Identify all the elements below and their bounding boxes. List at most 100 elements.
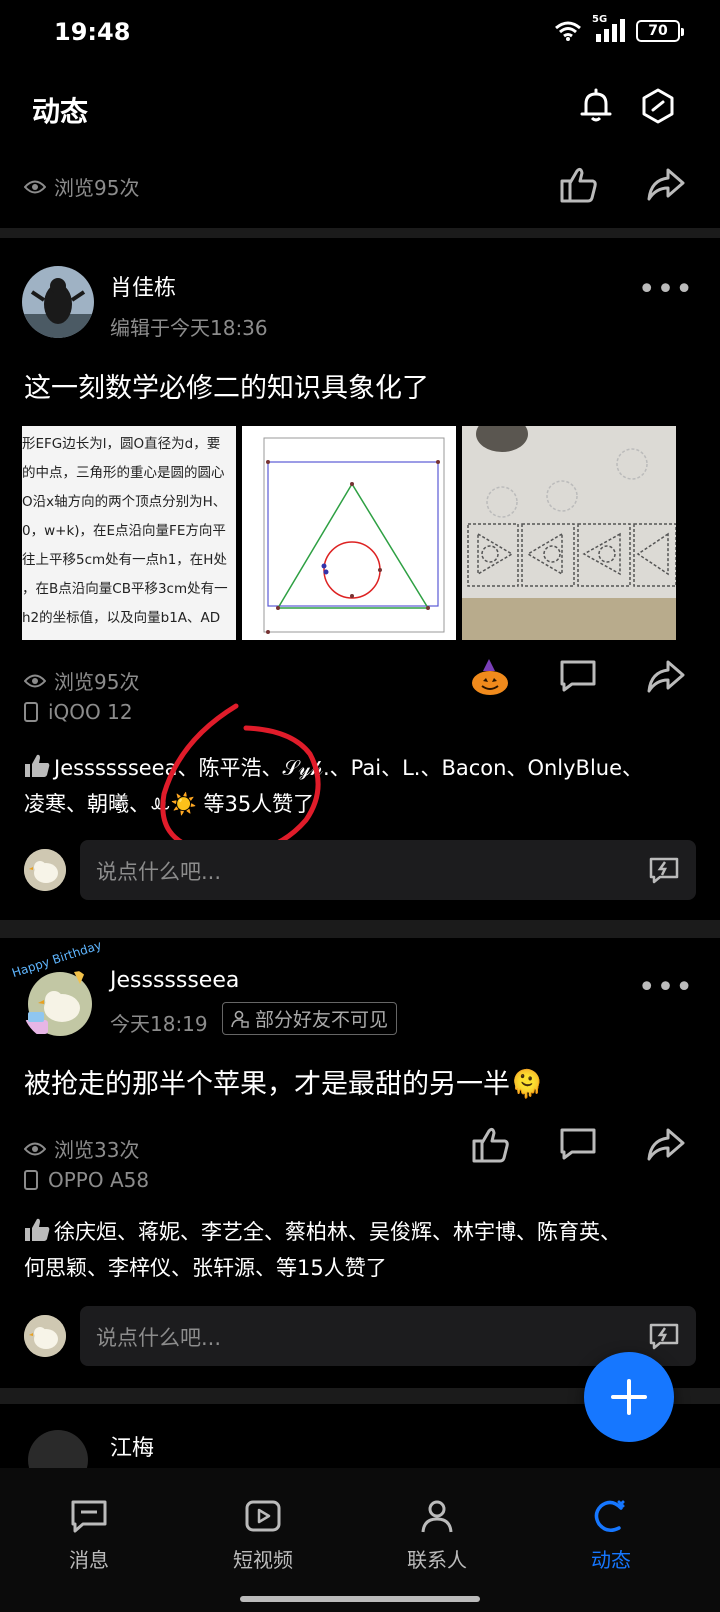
- my-avatar: [24, 1315, 66, 1357]
- nav-label: 动态: [591, 1548, 631, 1572]
- likes-line-1: Jesssssseea、陈平浩、𝒮𝓎𝒽.、Pai、L.、Bacon、OnlyBl…: [54, 756, 644, 780]
- plus-icon: [611, 1379, 647, 1415]
- status-time: 19:48: [54, 18, 131, 46]
- views-text: 浏览95次: [54, 670, 140, 694]
- nav-item-feed[interactable]: 动态: [546, 1498, 676, 1573]
- avatar[interactable]: [22, 966, 98, 1042]
- pumpkin-like-icon: [472, 659, 508, 695]
- image-plot[interactable]: [242, 426, 456, 640]
- img-line: 0，w+k)，在E点沿向量FE方向平: [22, 523, 226, 539]
- comment-row: 说点什么吧...: [24, 840, 696, 900]
- privacy-tag: 部分好友不可见: [222, 1002, 398, 1035]
- signal-icon: 5G: [592, 14, 626, 44]
- share-button[interactable]: [622, 1120, 710, 1168]
- post-views: 浏览33次: [24, 1134, 139, 1163]
- create-post-button[interactable]: [584, 1352, 674, 1442]
- thumbs-up-icon: [560, 167, 597, 203]
- quick-reply-icon[interactable]: [648, 856, 680, 884]
- privacy-text: 部分好友不可见: [255, 1009, 389, 1031]
- phone-icon: [24, 1170, 38, 1190]
- comment-placeholder: 说点什么吧...: [96, 860, 222, 884]
- share-icon: [647, 168, 685, 201]
- prev-share-button[interactable]: [622, 160, 710, 208]
- device-name: iQOO 12: [48, 700, 133, 724]
- post-text: 这一刻数学必修二的知识具象化了: [24, 373, 429, 404]
- divider: [0, 920, 720, 938]
- nav-item-messages[interactable]: 消息: [24, 1498, 154, 1573]
- device-info: iQOO 12: [24, 700, 133, 724]
- likes-list[interactable]: 徐庆烜、蒋妮、李艺全、蔡柏林、吴俊辉、林宇博、陈育英、 何思颖、李梓仪、张轩源、…: [24, 1214, 704, 1286]
- eye-icon: [24, 1142, 46, 1155]
- likes-line-2: 何思颖、李梓仪、张轩源、等15人赞了: [24, 1256, 387, 1280]
- prev-like-button[interactable]: [534, 160, 622, 208]
- img-line: 形EFG边长为l，圆O直径为d，要: [22, 436, 221, 452]
- likes-line: Jesssssseea、陈平浩、𝒮𝓎𝒽.、Pai、L.、Bacon、OnlyBl…: [24, 750, 704, 786]
- phone-icon: [24, 702, 38, 722]
- img-line: O沿x轴方向的两个顶点分别为H、: [22, 494, 227, 510]
- like-button[interactable]: [446, 652, 534, 700]
- comment-input[interactable]: 说点什么吧...: [80, 840, 696, 900]
- video-play-icon: [245, 1500, 281, 1532]
- nav-item-contacts[interactable]: 联系人: [372, 1498, 502, 1573]
- avatar[interactable]: [28, 1430, 88, 1468]
- bell-icon[interactable]: [576, 86, 616, 126]
- comment-button[interactable]: [534, 652, 622, 700]
- img-line: 的中点，三角形的重心是圆的圆心: [22, 465, 225, 481]
- quick-reply-icon[interactable]: [648, 1322, 680, 1350]
- nav-label: 消息: [69, 1548, 109, 1572]
- nav-label: 短视频: [233, 1548, 293, 1572]
- comment-button[interactable]: [534, 1120, 622, 1168]
- wifi-icon: [555, 21, 581, 41]
- comment-row: 说点什么吧...: [24, 1306, 696, 1366]
- user-lock-icon: [231, 1010, 249, 1028]
- views-text: 浏览33次: [54, 1138, 140, 1162]
- bottom-nav: 消息 短视频 联系人 动态: [0, 1468, 720, 1612]
- home-indicator[interactable]: [240, 1596, 480, 1602]
- prev-actions: [534, 160, 710, 208]
- post-views: 浏览95次: [24, 666, 139, 695]
- app-header: 动态: [0, 64, 720, 156]
- comment-input[interactable]: 说点什么吧...: [80, 1306, 696, 1366]
- comment-icon: [560, 660, 596, 692]
- thumbs-up-icon: [25, 754, 50, 777]
- img-line: h2的坐标值，以及向量b1A、AD: [22, 610, 221, 626]
- likes-list[interactable]: Jesssssseea、陈平浩、𝒮𝓎𝒽.、Pai、L.、Bacon、OnlyBl…: [24, 750, 704, 822]
- my-avatar: [24, 849, 66, 891]
- eye-icon: [24, 674, 46, 687]
- post-card: Happy Birthday Jesssssseea 今天18:19 部分好友不…: [0, 938, 720, 1388]
- eye-icon: [24, 180, 46, 193]
- comment-placeholder: 说点什么吧...: [96, 1326, 222, 1350]
- post-text: 被抢走的那半个苹果，才是最甜的另一半🫠: [24, 1069, 544, 1100]
- battery-level: 70: [648, 23, 668, 39]
- image-paper-cutouts[interactable]: [462, 426, 676, 640]
- post-actions: [446, 652, 710, 700]
- avatar[interactable]: [22, 266, 94, 338]
- likes-line: 徐庆烜、蒋妮、李艺全、蔡柏林、吴俊辉、林宇博、陈育英、: [24, 1214, 704, 1250]
- image-math-text[interactable]: 形EFG边长为l，圆O直径为d，要 的中点，三角形的重心是圆的圆心 O沿x轴方向…: [22, 426, 236, 640]
- network-type: 5G: [592, 14, 608, 25]
- comment-icon: [560, 1128, 596, 1160]
- thumbs-up-icon: [25, 1218, 50, 1241]
- post-card: 肖佳栋 编辑于今天18:36 ••• 这一刻数学必修二的知识具象化了 形EFG边…: [0, 238, 720, 920]
- share-button[interactable]: [622, 652, 710, 700]
- likes-line-2: 凌寒、朝曦、ꔛ☀️ 等35人赞了: [24, 792, 315, 816]
- nav-item-short-video[interactable]: 短视频: [198, 1498, 328, 1573]
- prev-views: 浏览95次: [24, 172, 139, 201]
- like-button[interactable]: [446, 1120, 534, 1168]
- likes-line-1: 徐庆烜、蒋妮、李艺全、蔡柏林、吴俊辉、林宇博、陈育英、: [54, 1220, 621, 1244]
- thumbs-up-icon: [472, 1127, 509, 1163]
- author-name[interactable]: Jesssssseea: [110, 968, 239, 993]
- image-grid: 形EFG边长为l，圆O直径为d，要 的中点，三角形的重心是圆的圆心 O沿x轴方向…: [22, 426, 678, 640]
- author-name[interactable]: 江梅: [110, 1430, 154, 1462]
- post-actions: [446, 1120, 710, 1168]
- more-options-button[interactable]: •••: [638, 970, 694, 1005]
- nav-label: 联系人: [407, 1548, 467, 1572]
- share-icon: [647, 1128, 685, 1161]
- more-options-button[interactable]: •••: [638, 272, 694, 307]
- settings-hex-icon[interactable]: [638, 86, 678, 126]
- author-name[interactable]: 肖佳栋: [110, 270, 176, 302]
- img-line: 往上平移5cm处有一点h1，在H处: [22, 552, 227, 568]
- page-title: 动态: [32, 95, 89, 128]
- person-icon: [421, 1500, 453, 1533]
- prev-post-footer: 浏览95次: [0, 156, 720, 228]
